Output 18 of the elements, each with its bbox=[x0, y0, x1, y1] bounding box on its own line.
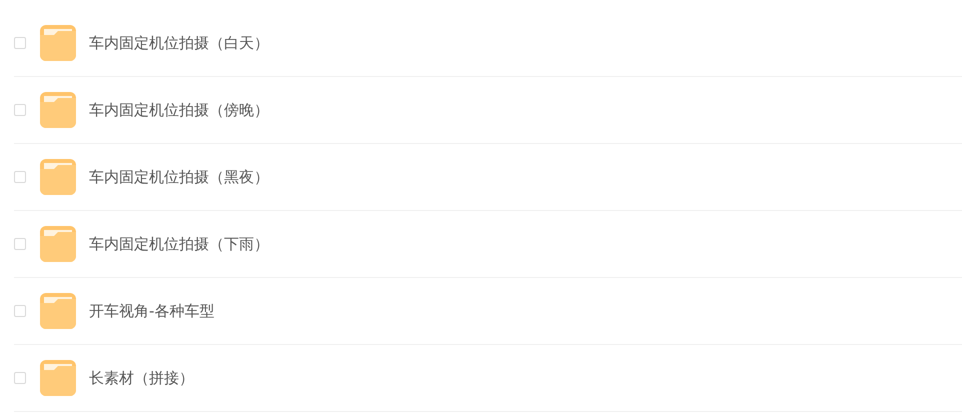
checkbox[interactable] bbox=[14, 104, 26, 116]
checkbox[interactable] bbox=[14, 372, 26, 384]
folder-name[interactable]: 长素材（拼接） bbox=[89, 368, 194, 388]
folder-icon bbox=[40, 226, 76, 262]
folder-name[interactable]: 车内固定机位拍摄（白天） bbox=[89, 34, 269, 52]
folder-icon bbox=[40, 92, 76, 128]
folder-name[interactable]: 车内固定机位拍摄（下雨） bbox=[89, 234, 269, 254]
folder-name[interactable]: 开车视角-各种车型 bbox=[89, 302, 214, 320]
folder-icon bbox=[40, 159, 76, 195]
folder-name[interactable]: 车内固定机位拍摄（黑夜） bbox=[89, 168, 269, 186]
checkbox[interactable] bbox=[14, 238, 26, 250]
checkbox[interactable] bbox=[14, 305, 26, 317]
folder-name[interactable]: 车内固定机位拍摄（傍晚） bbox=[89, 100, 269, 120]
checkbox[interactable] bbox=[14, 37, 26, 49]
folder-icon bbox=[40, 360, 76, 396]
folder-icon bbox=[40, 293, 76, 329]
checkbox[interactable] bbox=[14, 171, 26, 183]
folder-icon bbox=[40, 25, 76, 61]
